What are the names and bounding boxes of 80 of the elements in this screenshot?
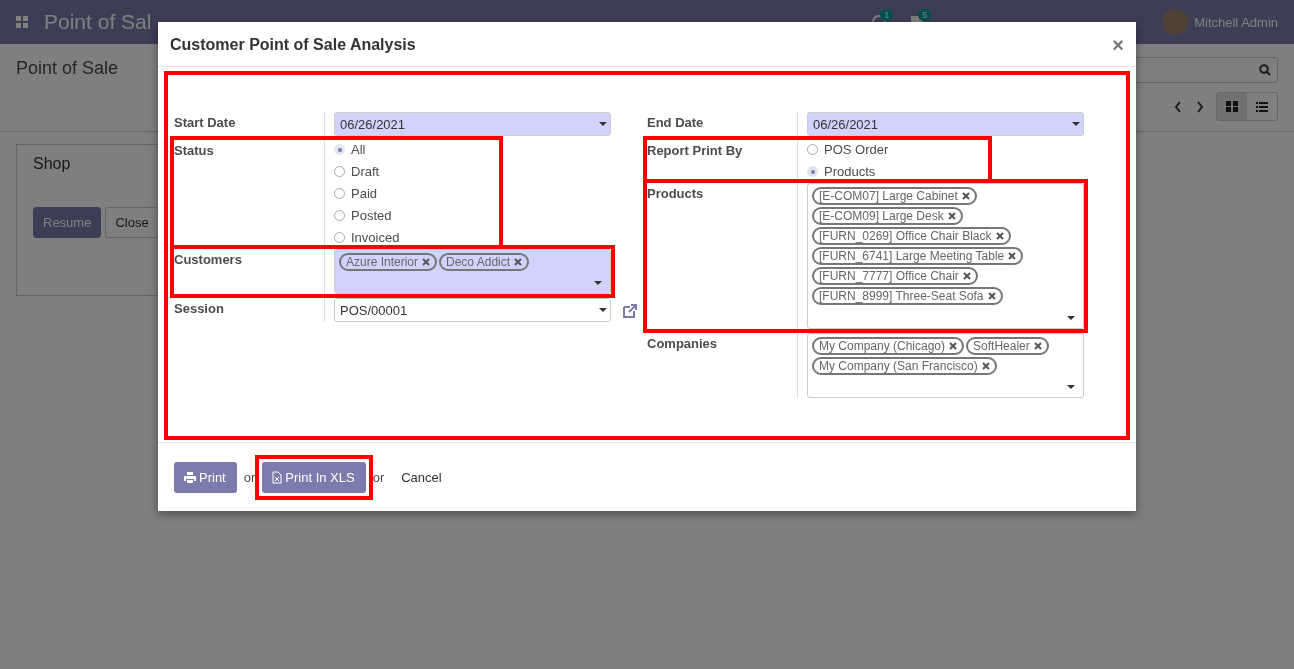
remove-icon[interactable] <box>981 362 990 370</box>
remove-icon[interactable] <box>1033 342 1042 350</box>
tag-label: Azure Interior <box>346 255 419 269</box>
tag-label: [E-COM07] Large Cabinet <box>819 189 958 203</box>
caret-icon <box>594 281 602 285</box>
remove-icon[interactable] <box>995 232 1004 240</box>
field-label: Products <box>647 185 705 203</box>
resume-button[interactable]: Resume <box>33 207 102 238</box>
cancel-link[interactable]: Cancel <box>401 469 442 485</box>
option-label: Products <box>824 164 876 179</box>
tags-field[interactable]: Azure Interior Deco Addict <box>334 249 611 294</box>
field-label: End Date <box>647 114 705 132</box>
remove-icon[interactable] <box>422 258 431 266</box>
caret-icon <box>1067 385 1075 389</box>
file-icon <box>272 470 283 484</box>
close-button[interactable]: × <box>1112 37 1124 53</box>
field-label: Status <box>174 142 215 160</box>
search-icon[interactable] <box>1259 64 1271 76</box>
app-title[interactable]: Point of Sal <box>44 10 152 34</box>
tags-field[interactable]: My Company (Chicago) SoftHealer My Company (San Francisco) <box>807 333 1084 398</box>
tag-label: [FURN_0269] Office Chair Black <box>819 229 992 243</box>
option-label: Invoiced <box>351 230 400 245</box>
caret-icon <box>1067 316 1075 320</box>
message-badge: 5 <box>918 9 932 21</box>
previous-icon[interactable] <box>1174 100 1182 113</box>
remove-icon[interactable] <box>949 342 958 350</box>
tag-label: [E-COM09] Large Desk <box>819 209 944 223</box>
apps-menu-icon[interactable] <box>16 16 28 28</box>
breadcrumb: Point of Sale <box>16 58 119 80</box>
remove-icon[interactable] <box>514 258 523 266</box>
printer-icon <box>184 471 196 483</box>
caret-icon <box>599 308 607 312</box>
radio-button[interactable] <box>334 188 345 199</box>
next-icon[interactable] <box>1196 100 1204 113</box>
close-button[interactable]: Close <box>105 207 159 238</box>
kanban-view-button[interactable] <box>1217 93 1247 120</box>
separator-text: or <box>372 469 385 485</box>
caret-icon <box>1072 122 1080 126</box>
avatar <box>1162 9 1189 35</box>
field-label: Session <box>174 300 225 318</box>
tag-label: [FURN_6741] Large Meeting Table <box>819 249 1005 263</box>
card-title: Shop <box>33 155 72 173</box>
remove-icon[interactable] <box>961 192 970 200</box>
activity-badge: 1 <box>880 9 894 21</box>
field-label: Customers <box>174 251 243 269</box>
option-label: Paid <box>351 186 378 201</box>
list-icon <box>1256 101 1268 112</box>
tag-label: [FURN_7777] Office Chair <box>819 269 959 283</box>
radio-button[interactable] <box>334 210 345 221</box>
field-label: Start Date <box>174 114 237 132</box>
remove-icon[interactable] <box>1008 252 1017 260</box>
radio-button[interactable] <box>334 232 345 243</box>
tags-field[interactable]: [E-COM07] Large Cabinet [E-COM09] Large Desk [FURN_0269] Office Chair Black [FURN_6741] Large Meeting Table [FURN_7777] Office Chair [FURN_8999] Three-Seat Sofa <box>807 183 1084 329</box>
remove-icon[interactable] <box>962 272 971 280</box>
option-label: POS Order <box>824 142 889 157</box>
dialog-title: Customer Point of Sale Analysis <box>170 36 416 54</box>
separator-text: or <box>243 469 256 485</box>
option-label: All <box>351 142 366 157</box>
option-label: Posted <box>351 208 392 223</box>
tag-label: Deco Addict <box>446 255 511 269</box>
date-field[interactable]: 06/26/2021 <box>334 112 611 136</box>
tag-label: My Company (San Francisco) <box>819 359 978 373</box>
field-label: Companies <box>647 335 719 353</box>
grid-icon <box>1226 101 1238 112</box>
print-button[interactable]: Print <box>174 461 237 493</box>
option-label: Draft <box>351 164 380 179</box>
remove-icon[interactable] <box>987 292 996 300</box>
tag-label: [FURN_8999] Three-Seat Sofa <box>819 289 984 303</box>
print-button[interactable]: Print In XLS <box>262 461 366 493</box>
tag-label: My Company (Chicago) <box>819 339 946 353</box>
date-field[interactable]: 06/26/2021 <box>807 112 1084 136</box>
remove-icon[interactable] <box>947 212 956 220</box>
tag-label: SoftHealer <box>973 339 1030 353</box>
field-label: Report Print By <box>647 142 744 160</box>
external-link-icon[interactable] <box>622 303 638 319</box>
caret-icon <box>599 122 607 126</box>
select-field[interactable]: POS/00001 <box>334 298 611 322</box>
radio-button[interactable] <box>334 166 345 177</box>
user-name[interactable]: Mitchell Admin <box>1194 14 1278 30</box>
radio-button[interactable] <box>807 144 818 155</box>
